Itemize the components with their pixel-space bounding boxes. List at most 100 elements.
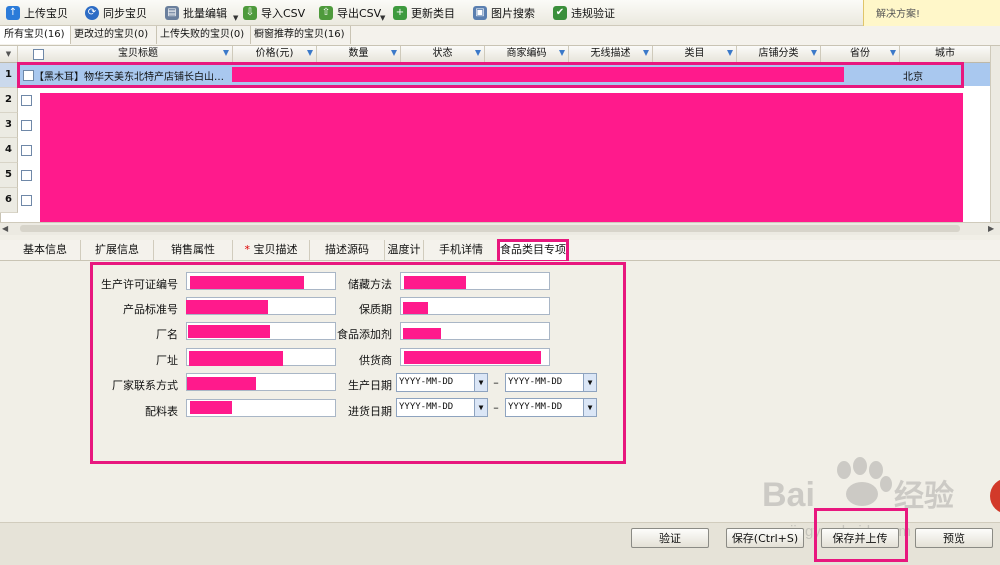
column-label: 宝贝标题	[118, 48, 158, 59]
filter-icon[interactable]	[475, 50, 481, 56]
sync-label: 同步宝贝	[103, 6, 147, 20]
scroll-thumb[interactable]	[20, 225, 960, 232]
tab-extended-info[interactable]: 扩展信息	[81, 240, 154, 260]
tab-thermometer[interactable]: 温度计	[385, 240, 424, 260]
row-number[interactable]: 3	[0, 113, 18, 138]
tab-label: 销售属性	[171, 243, 215, 256]
column-label: 价格(元)	[255, 48, 294, 59]
tab-mobile-details[interactable]: 手机详情	[424, 240, 499, 260]
tab-sales-attributes[interactable]: 销售属性	[154, 240, 233, 260]
row-number[interactable]: 6	[0, 188, 18, 213]
verify-button[interactable]: 验证	[631, 528, 709, 548]
column-quantity[interactable]: 数量	[317, 46, 401, 62]
column-shop-category[interactable]: 店铺分类	[737, 46, 821, 62]
highlight-frame	[497, 239, 569, 263]
grid-header: ▼ 宝贝标题 价格(元) 数量 状态 商家编码 无线描述 类目 店铺分类 省份 …	[0, 46, 990, 63]
image-search-label: 图片搜索	[491, 6, 535, 20]
export-csv-dropdown-icon[interactable]: ▼	[380, 14, 385, 22]
update-category-label: 更新类目	[411, 6, 455, 20]
export-csv-label: 导出CSV	[337, 6, 382, 20]
required-mark: *	[244, 243, 251, 256]
export-csv-icon: ⇧	[319, 5, 333, 20]
tab-label: 扩展信息	[95, 243, 139, 256]
column-city[interactable]: 城市	[900, 46, 990, 62]
horizontal-scrollbar[interactable]: ◀ ▶	[0, 222, 1000, 235]
batch-edit-icon: ▤	[165, 5, 179, 20]
filter-icon[interactable]	[223, 50, 229, 56]
row-checkbox[interactable]	[21, 145, 32, 156]
batch-edit-button[interactable]: ▤ 批量编辑	[165, 4, 227, 21]
column-label: 状态	[432, 48, 453, 59]
filter-icon[interactable]	[890, 50, 896, 56]
image-search-button[interactable]: ▣ 图片搜索	[473, 4, 535, 21]
tab-all-items[interactable]: 所有宝贝(16)	[0, 26, 71, 44]
scroll-right-icon[interactable]: ▶	[988, 224, 994, 233]
tab-label: 手机详情	[439, 243, 483, 256]
column-status[interactable]: 状态	[401, 46, 485, 62]
tab-item-description[interactable]: * 宝贝描述	[233, 240, 310, 260]
tab-label: 描述源码	[325, 243, 369, 256]
column-label: 数量	[348, 48, 369, 59]
upload-icon: ↑	[6, 5, 20, 20]
filter-icon[interactable]	[307, 50, 313, 56]
check-icon: ✔	[553, 5, 567, 20]
row-number[interactable]: 1	[0, 63, 18, 88]
sync-button[interactable]: ⟳ 同步宝贝	[85, 4, 147, 21]
violation-check-button[interactable]: ✔ 违规验证	[553, 4, 615, 21]
tab-recommended-items[interactable]: 橱窗推荐的宝贝(16)	[250, 26, 351, 44]
verify-label: 验证	[659, 532, 681, 545]
column-category[interactable]: 类目	[653, 46, 737, 62]
filter-icon[interactable]	[811, 50, 817, 56]
row-number-text: 6	[5, 194, 12, 205]
select-all-checkbox[interactable]	[33, 49, 44, 60]
row-checkbox[interactable]	[21, 195, 32, 206]
preview-label: 预览	[943, 532, 965, 545]
column-title[interactable]: 宝贝标题	[44, 46, 233, 62]
violation-check-label: 违规验证	[571, 6, 615, 20]
row-number[interactable]: 2	[0, 88, 18, 113]
row-number[interactable]: 4	[0, 138, 18, 163]
scroll-left-icon[interactable]: ◀	[2, 224, 8, 233]
batch-edit-dropdown-icon[interactable]: ▼	[233, 14, 238, 22]
row-checkbox[interactable]	[21, 95, 32, 106]
filter-icon[interactable]	[643, 50, 649, 56]
preview-button[interactable]: 预览	[915, 528, 993, 548]
header-menu-corner[interactable]: ▼	[0, 46, 18, 62]
tab-changed-items[interactable]: 更改过的宝贝(0)	[70, 26, 157, 44]
item-filter-tabs: 所有宝贝(16) 更改过的宝贝(0) 上传失败的宝贝(0) 橱窗推荐的宝贝(16…	[0, 26, 1000, 46]
tab-label: 宝贝描述	[253, 243, 298, 256]
redaction-block	[40, 93, 963, 226]
update-category-button[interactable]: + 更新类目	[393, 4, 455, 21]
import-csv-button[interactable]: ⇩ 导入CSV	[243, 4, 305, 21]
column-merchant-code[interactable]: 商家编码	[485, 46, 569, 62]
sync-icon: ⟳	[85, 5, 99, 20]
import-csv-icon: ⇩	[243, 5, 257, 20]
upload-button[interactable]: ↑ 上传宝贝	[6, 4, 68, 21]
save-label: 保存(Ctrl+S)	[731, 532, 799, 545]
export-csv-button[interactable]: ⇧ 导出CSV	[319, 4, 381, 21]
column-province[interactable]: 省份	[821, 46, 900, 62]
save-button[interactable]: 保存(Ctrl+S)	[726, 528, 804, 548]
highlight-frame	[17, 62, 964, 88]
tab-label: 橱窗推荐的宝贝(16)	[254, 29, 345, 40]
row-checkbox[interactable]	[21, 120, 32, 131]
filter-icon[interactable]	[559, 50, 565, 56]
column-wireless-desc[interactable]: 无线描述	[569, 46, 653, 62]
row-number[interactable]: 5	[0, 163, 18, 188]
column-price[interactable]: 价格(元)	[233, 46, 317, 62]
tab-label: 基本信息	[23, 243, 67, 256]
vertical-scrollbar[interactable]	[990, 46, 1000, 222]
column-label: 城市	[935, 48, 955, 59]
filter-icon[interactable]	[391, 50, 397, 56]
row-checkbox[interactable]	[21, 170, 32, 181]
highlight-frame	[814, 508, 908, 562]
row-number-text: 5	[5, 169, 12, 180]
batch-edit-label: 批量编辑	[183, 6, 227, 20]
filter-icon[interactable]	[727, 50, 733, 56]
tab-failed-items[interactable]: 上传失败的宝贝(0)	[156, 26, 251, 44]
column-label: 无线描述	[590, 48, 631, 59]
tab-description-source[interactable]: 描述源码	[310, 240, 385, 260]
tab-label: 上传失败的宝贝(0)	[160, 29, 245, 40]
tab-basic-info[interactable]: 基本信息	[10, 240, 81, 260]
tab-label: 所有宝贝(16)	[4, 29, 65, 40]
